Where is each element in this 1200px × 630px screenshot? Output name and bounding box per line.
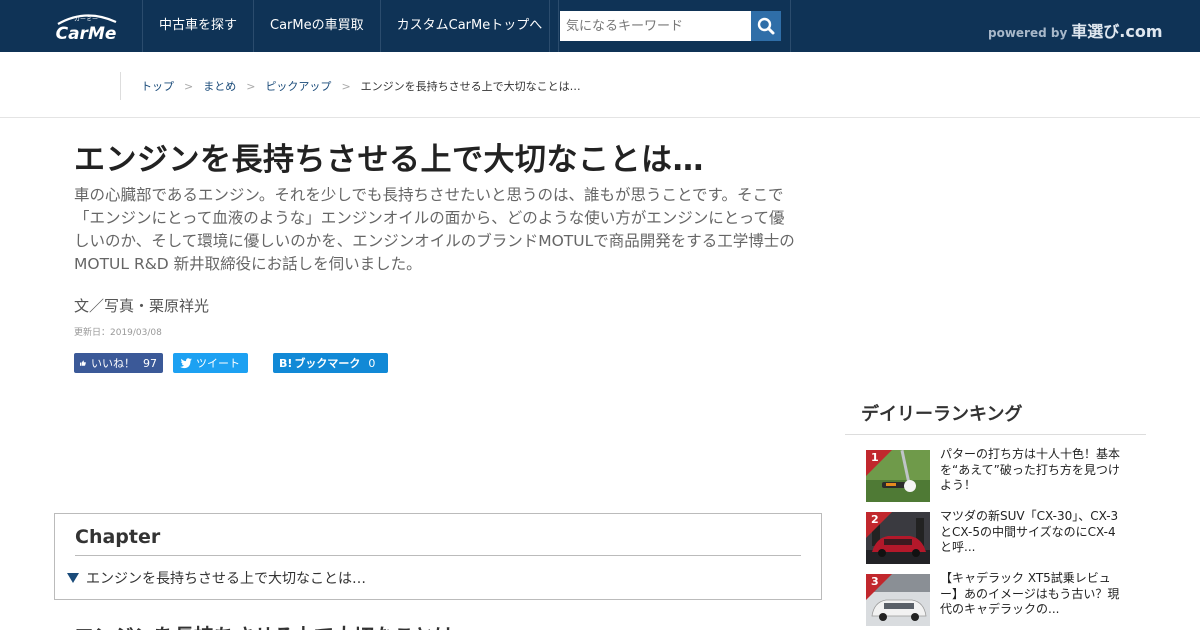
nav-car-buyback[interactable]: CarMeの車買取 — [253, 0, 380, 52]
rank-number: 1 — [871, 451, 879, 464]
rank-number: 2 — [871, 513, 879, 526]
thumbs-up-icon — [80, 360, 86, 366]
logo-text: CarMe — [56, 24, 117, 42]
hatena-b-icon: B! — [279, 356, 293, 370]
breadcrumb: トップ > まとめ > ピックアップ > エンジンを長持ちさせる上で大切なことは… — [120, 72, 581, 100]
breadcrumb-separator: > — [246, 79, 256, 93]
breadcrumb-bar: トップ > まとめ > ピックアップ > エンジンを長持ちさせる上で大切なことは… — [0, 52, 1200, 118]
search-icon — [757, 17, 775, 35]
main-nav: 中古車を探す CarMeの車買取 カスタムCarMeトップへ — [142, 0, 560, 52]
hatena-count: 0 — [368, 356, 376, 370]
search-box — [549, 0, 791, 52]
ranking-item[interactable]: 3 【キャデラック XT5試乗レビュー】あのイメージはもう古い？現代のキャデラッ… — [866, 571, 1136, 626]
article-title: エンジンを長持ちさせる上で大切なことは… — [74, 142, 704, 178]
chapter-box: Chapter エンジンを長持ちさせる上で大切なことは… — [54, 513, 822, 600]
rank-badge — [866, 574, 892, 600]
breadcrumb-separator: > — [184, 79, 194, 93]
hatena-bookmark-button[interactable]: B! ブックマーク 0 — [273, 353, 388, 373]
rank-number: 3 — [871, 575, 879, 588]
chapter-item[interactable]: エンジンを長持ちさせる上で大切なことは… — [67, 568, 366, 588]
ranking-item-title[interactable]: 【キャデラック XT5試乗レビュー】あのイメージはもう古い？現代のキャデラックの… — [940, 571, 1126, 618]
ranking-divider — [845, 434, 1146, 435]
ranking-item[interactable]: 2 マツダの新SUV「CX-30」、CX-3とCX-5の中間サイズなのにCX-4… — [866, 509, 1136, 564]
ranking-thumbnail-golf[interactable]: 1 — [866, 450, 930, 502]
chapter-item-label: エンジンを長持ちさせる上で大切なことは… — [86, 571, 366, 587]
nav-used-cars[interactable]: 中古車を探す — [142, 0, 253, 52]
rank-badge — [866, 450, 892, 476]
twitter-bird-icon — [179, 357, 192, 368]
powered-by-label: powered by — [988, 26, 1068, 40]
article-lead: 車の心臓部であるエンジン。それを少しでも長持ちさせたいと思うのは、誰もが思うこと… — [74, 186, 795, 273]
search-button[interactable] — [751, 11, 781, 41]
ranking-item-title[interactable]: パターの打ち方は十人十色！基本を“あえて”破った打ち方を見つけよう！ — [940, 447, 1126, 494]
nav-custom-carme[interactable]: カスタムCarMeトップへ — [379, 0, 560, 52]
rank-badge — [866, 512, 892, 538]
ranking-heading: デイリーランキング — [861, 404, 1023, 425]
ranking-item[interactable]: 1 パターの打ち方は十人十色！基本を“あえて”破った打ち方を見つけよう！ — [866, 447, 1136, 502]
triangle-down-icon — [67, 573, 79, 583]
hatena-label: ブックマーク — [294, 357, 361, 370]
kurumaerabi-logo: 車選び.com — [1071, 22, 1163, 41]
site-header: カーミー CarMe 中古車を探す CarMeの車買取 カスタムCarMeトップ… — [0, 0, 1200, 52]
breadcrumb-separator: > — [341, 79, 351, 93]
chapter-divider — [75, 555, 801, 556]
chapter-heading: Chapter — [75, 526, 161, 548]
ranking-thumbnail-cadillac[interactable]: 3 — [866, 574, 930, 626]
ranking-thumbnail-mazda[interactable]: 2 — [866, 512, 930, 564]
facebook-like-button[interactable]: いいね！ 97 — [74, 353, 163, 373]
breadcrumb-top[interactable]: トップ — [141, 78, 174, 94]
ranking-item-title[interactable]: マツダの新SUV「CX-30」、CX-3とCX-5の中間サイズなのにCX-4と呼… — [940, 509, 1126, 556]
powered-by[interactable]: powered by 車選び.com — [988, 18, 1163, 42]
like-label: いいね！ — [91, 357, 135, 370]
tweet-label: ツイート — [196, 357, 240, 370]
logo-ruby: カーミー — [74, 16, 98, 23]
breadcrumb-pickup[interactable]: ピックアップ — [265, 78, 331, 94]
updated-date: 更新日：2019/03/08 — [74, 328, 162, 338]
like-count: 97 — [143, 356, 157, 370]
article-byline: 文／写真・栗原祥光 — [74, 297, 210, 315]
carme-logo[interactable]: カーミー CarMe — [50, 10, 122, 42]
tweet-button[interactable]: ツイート — [173, 353, 248, 373]
search-input[interactable] — [560, 11, 751, 41]
breadcrumb-current: エンジンを長持ちさせる上で大切なことは… — [360, 80, 581, 93]
breadcrumb-matome[interactable]: まとめ — [203, 78, 236, 94]
section-heading: エンジンを長持ちさせる上で大切なことは… — [74, 620, 474, 630]
